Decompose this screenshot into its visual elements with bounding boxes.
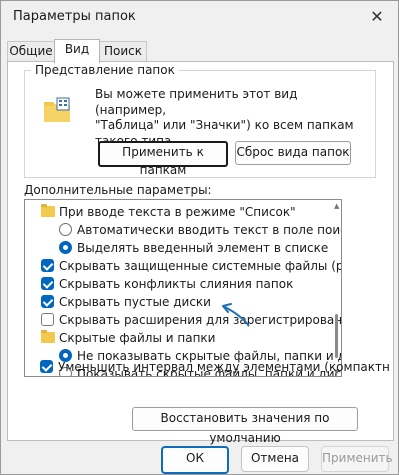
apply-to-folders-button[interactable]: Применить к папкам <box>98 141 228 177</box>
list-scrollbar[interactable]: ▲ ▼ <box>334 202 339 376</box>
list-item-hide-empty-drives[interactable]: Скрывать пустые диски <box>25 294 341 310</box>
list-item-compact-spacing[interactable]: Уменьшить интервал между элементами (ком… <box>24 359 390 375</box>
radio-select-typed[interactable] <box>59 241 72 254</box>
folder-view-description: Вы можете применить этот вид (например, … <box>95 87 365 149</box>
folder-view-icon <box>44 97 70 122</box>
list-item-hide-merge-conflicts[interactable]: Скрывать конфликты слияния папок <box>25 276 341 292</box>
list-item-hide-protected[interactable]: Скрывать защищенные системные файлы (рек… <box>25 258 341 274</box>
annotation-arrow-icon <box>222 303 250 327</box>
list-item-typing-group: При вводе текста в режиме "Список" <box>25 204 341 220</box>
apply-button[interactable]: Применить <box>321 446 393 472</box>
folder-icon <box>41 204 55 217</box>
description-line-1: Вы можете применить этот вид (например, <box>95 87 298 117</box>
cancel-button[interactable]: Отмена <box>241 446 309 472</box>
list-item-label: Скрывать расширения для зарегистрированн… <box>59 313 342 327</box>
checkbox-hide-merge-conflicts[interactable] <box>41 277 54 290</box>
window-title: Параметры папок <box>13 9 136 24</box>
title-bar: Параметры папок ✕ <box>1 1 398 33</box>
radio-autotype-search[interactable] <box>59 223 72 236</box>
tab-view[interactable]: Вид <box>54 39 100 63</box>
tab-panel-view: Представление папок Вы можете применить … <box>7 61 394 445</box>
advanced-settings-label: Дополнительные параметры: <box>24 183 212 197</box>
checkbox-hide-extensions[interactable] <box>41 313 54 326</box>
list-item-label: Скрывать пустые диски <box>59 295 211 309</box>
close-icon[interactable]: ✕ <box>366 6 388 28</box>
checkbox-compact-spacing[interactable] <box>40 360 53 373</box>
folder-view-group: Представление папок Вы можете применить … <box>24 63 376 178</box>
folder-view-legend: Представление папок <box>31 63 179 77</box>
folder-options-dialog: Параметры папок ✕ Общие Вид Поиск Предст… <box>0 0 399 475</box>
checkbox-hide-protected[interactable] <box>41 259 54 272</box>
folder-icon <box>41 330 55 343</box>
list-item-hidden-files-group: Скрытые файлы и папки <box>25 330 341 346</box>
list-item-label: Скрытые файлы и папки <box>59 331 216 345</box>
advanced-settings-list[interactable]: При вводе текста в режиме "Список" Автом… <box>24 199 342 377</box>
restore-defaults-button[interactable]: Восстановить значения по умолчанию <box>132 407 358 445</box>
ok-button[interactable]: ОК <box>161 446 229 474</box>
list-item-autotype-search[interactable]: Автоматически вводить текст в поле поиск… <box>25 222 341 238</box>
list-item-label: Выделять введенный элемент в списке <box>77 241 329 255</box>
reset-folders-button[interactable]: Сброс вида папок <box>235 141 351 165</box>
tab-search[interactable]: Поиск <box>99 41 147 62</box>
list-item-select-typed[interactable]: Выделять введенный элемент в списке <box>25 240 341 256</box>
list-item-label: При вводе текста в режиме "Список" <box>59 205 296 219</box>
list-item-label: Скрывать защищенные системные файлы (рек… <box>59 259 341 273</box>
list-item-label: Автоматически вводить текст в поле поиск… <box>77 223 342 237</box>
scroll-up-icon[interactable]: ▲ <box>334 202 339 210</box>
list-item-label: Уменьшить интервал между элементами (ком… <box>58 360 390 374</box>
scrollbar-thumb[interactable] <box>335 314 338 358</box>
list-item-hide-extensions[interactable]: Скрывать расширения для зарегистрированн… <box>25 312 341 328</box>
list-item-label: Скрывать конфликты слияния папок <box>59 277 294 291</box>
description-line-2: "Таблица" или "Значки") ко всем папкам <box>95 118 354 132</box>
tab-general[interactable]: Общие <box>7 41 55 62</box>
checkbox-hide-empty-drives[interactable] <box>41 295 54 308</box>
